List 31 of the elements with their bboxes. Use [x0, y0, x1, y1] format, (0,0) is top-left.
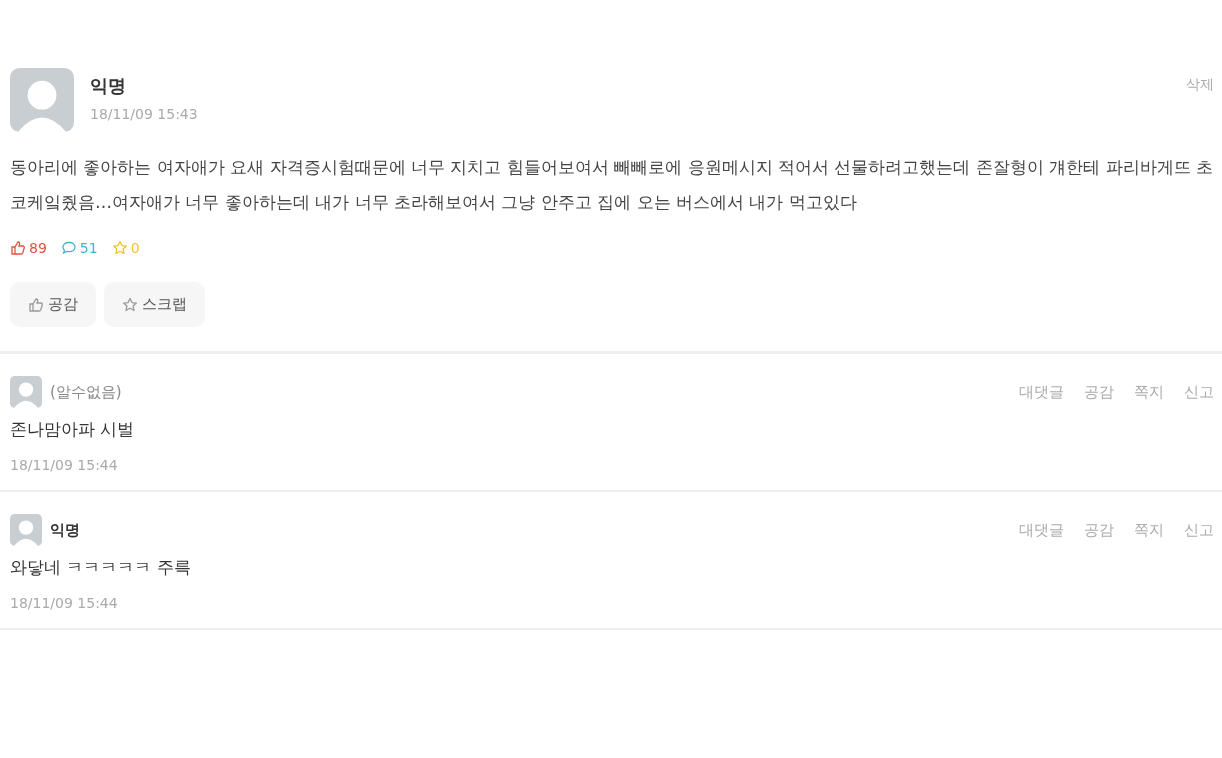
comment-action[interactable]: 신고	[1184, 520, 1214, 540]
comment-time: 18/11/09 15:44	[10, 457, 118, 473]
thumbs-up-icon	[10, 240, 26, 256]
comment-action[interactable]: 대댓글	[1019, 520, 1064, 540]
comment-action[interactable]: 쪽지	[1134, 382, 1164, 402]
comment-text: 존나맘아파 시벌	[10, 418, 136, 441]
comment-action[interactable]: 신고	[1184, 382, 1214, 402]
comment-time: 18/11/09 15:44	[10, 595, 118, 611]
star-icon	[122, 296, 138, 313]
delete-link[interactable]: 삭제	[1186, 68, 1214, 94]
avatar-icon	[10, 514, 42, 546]
avatar-icon	[10, 68, 74, 132]
thumbs-up-icon	[28, 296, 44, 313]
comment-action[interactable]: 대댓글	[1019, 382, 1064, 402]
post-body: 동아리에 좋아하는 여자애가 요새 자격증시험때문에 너무 지치고 힘들어보여서 빼빼로에 응원메시지 적어서 선물하려고했는데 존잘형이 걔한테 파리바게뜨 초코케잌줬음…여자애가 너무 좋아하는데 내가 너무 초라해보여서 그냥 안주고 집에 오는 버스에서 내가 먹고있다	[10, 156, 1214, 214]
avatar-icon	[10, 376, 42, 408]
post-time: 18/11/09 15:43	[90, 106, 199, 122]
count-label: 0	[130, 240, 140, 256]
star-icon	[111, 240, 128, 256]
comment-action[interactable]: 쪽지	[1134, 520, 1164, 540]
comment-author: (알수없음)	[50, 382, 123, 402]
speech-bubble-icon	[60, 240, 77, 256]
comment-action[interactable]: 공감	[1084, 520, 1114, 540]
comment-text: 와닿네 ㅋㅋㅋㅋㅋ 주륵	[10, 556, 192, 579]
scrap-button[interactable]: 스크랩	[104, 282, 205, 327]
comment-author: 익명	[50, 520, 81, 540]
comment-action[interactable]: 공감	[1084, 382, 1114, 402]
count-label: 89	[29, 240, 47, 256]
count-label: 51	[79, 240, 98, 256]
author-name: 익명	[90, 74, 127, 98]
like-button[interactable]: 공감	[10, 282, 96, 327]
